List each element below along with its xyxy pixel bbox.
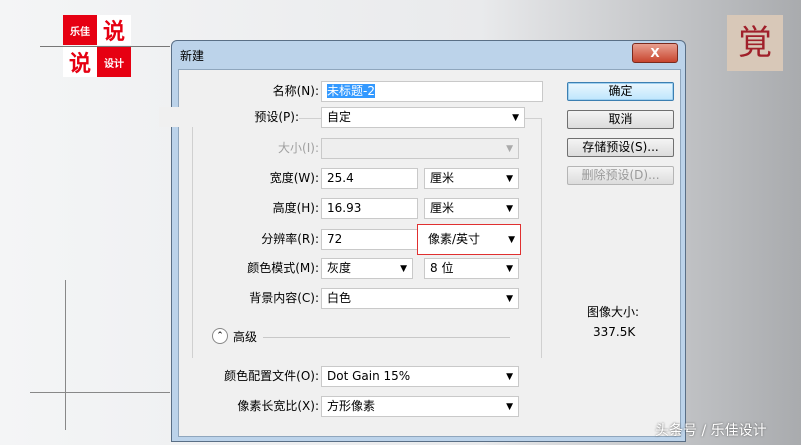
logo-cell: 乐佳 xyxy=(63,15,97,45)
preset-label: 预设(P): xyxy=(159,107,299,127)
pixel-aspect-select[interactable]: 方形像素 ▼ xyxy=(321,396,519,417)
height-input[interactable]: 16.93 xyxy=(321,198,418,219)
watermark: 头条号 / 乐佳设计 xyxy=(655,423,767,439)
dialog-body: 名称(N): 未标题-2 预设(P): 自定 ▼ 大小(I): ▼ 宽度(W): … xyxy=(159,69,681,437)
name-input[interactable]: 未标题-2 xyxy=(321,81,543,102)
decor-line xyxy=(30,392,170,393)
logo-cell: 说 xyxy=(63,47,97,77)
seal-logo: 覚 xyxy=(727,15,783,71)
resolution-unit: 像素/英寸 xyxy=(428,232,481,246)
dropdown-arrow-icon: ▼ xyxy=(508,235,515,245)
dropdown-arrow-icon: ▼ xyxy=(506,402,513,412)
divider xyxy=(263,337,510,338)
ok-button[interactable]: 确定 xyxy=(567,82,674,101)
dialog-title: 新建 xyxy=(180,49,205,63)
bit-depth-select[interactable]: 8 位 ▼ xyxy=(424,258,519,279)
dropdown-arrow-icon: ▼ xyxy=(506,264,513,274)
logo-cell: 说 xyxy=(97,15,131,45)
color-mode-select[interactable]: 灰度 ▼ xyxy=(321,258,413,279)
color-profile-label: 颜色配置文件(O): xyxy=(224,369,319,383)
dropdown-arrow-icon: ▼ xyxy=(506,372,513,382)
collapse-advanced-icon[interactable]: ⌃ xyxy=(212,328,228,344)
pixel-aspect-label: 像素长宽比(X): xyxy=(237,399,319,413)
background-value: 白色 xyxy=(327,291,352,305)
color-mode-value: 灰度 xyxy=(327,261,352,275)
image-size-label: 图像大小: xyxy=(587,305,640,319)
width-label: 宽度(W): xyxy=(269,171,319,185)
color-profile-select[interactable]: Dot Gain 15% ▼ xyxy=(321,366,519,387)
dropdown-arrow-icon: ▼ xyxy=(506,174,513,184)
decor-line xyxy=(65,280,66,430)
width-unit-select[interactable]: 厘米 ▼ xyxy=(424,168,519,189)
width-unit: 厘米 xyxy=(430,171,455,185)
advanced-label: 高级 xyxy=(233,330,258,344)
name-value: 未标题-2 xyxy=(327,84,375,98)
dropdown-arrow-icon: ▼ xyxy=(400,264,407,274)
background-select[interactable]: 白色 ▼ xyxy=(321,288,519,309)
bit-depth-value: 8 位 xyxy=(430,261,454,275)
resolution-unit-select[interactable]: 像素/英寸 ▼ xyxy=(417,224,521,255)
size-label: 大小(I): xyxy=(278,141,319,155)
color-profile-value: Dot Gain 15% xyxy=(327,369,411,383)
size-select[interactable]: ▼ xyxy=(321,138,519,159)
height-label: 高度(H): xyxy=(272,201,319,215)
cancel-button[interactable]: 取消 xyxy=(567,110,674,129)
new-document-dialog: 新建 X 名称(N): 未标题-2 预设(P): 自定 ▼ 大小(I): ▼ 宽度… xyxy=(159,40,686,442)
delete-preset-button[interactable]: 删除预设(D)... xyxy=(567,166,674,185)
width-input[interactable]: 25.4 xyxy=(321,168,418,189)
color-mode-label: 颜色模式(M): xyxy=(247,261,319,275)
resolution-input[interactable]: 72 xyxy=(321,229,418,250)
image-size-value: 337.5K xyxy=(593,325,636,339)
pixel-aspect-value: 方形像素 xyxy=(327,399,376,413)
dropdown-arrow-icon: ▼ xyxy=(506,294,513,304)
preset-value: 自定 xyxy=(327,110,352,124)
logo-cell: 设计 xyxy=(97,47,131,77)
resolution-label: 分辨率(R): xyxy=(261,232,319,246)
save-preset-button[interactable]: 存储预设(S)... xyxy=(567,138,674,157)
background-label: 背景内容(C): xyxy=(249,291,319,305)
dropdown-arrow-icon: ▼ xyxy=(512,113,519,123)
preset-select[interactable]: 自定 ▼ xyxy=(321,107,525,128)
name-label: 名称(N): xyxy=(272,84,319,98)
close-button[interactable]: X xyxy=(632,43,678,63)
height-unit-select[interactable]: 厘米 ▼ xyxy=(424,198,519,219)
height-unit: 厘米 xyxy=(430,201,455,215)
dropdown-arrow-icon: ▼ xyxy=(506,144,513,154)
dropdown-arrow-icon: ▼ xyxy=(506,204,513,214)
